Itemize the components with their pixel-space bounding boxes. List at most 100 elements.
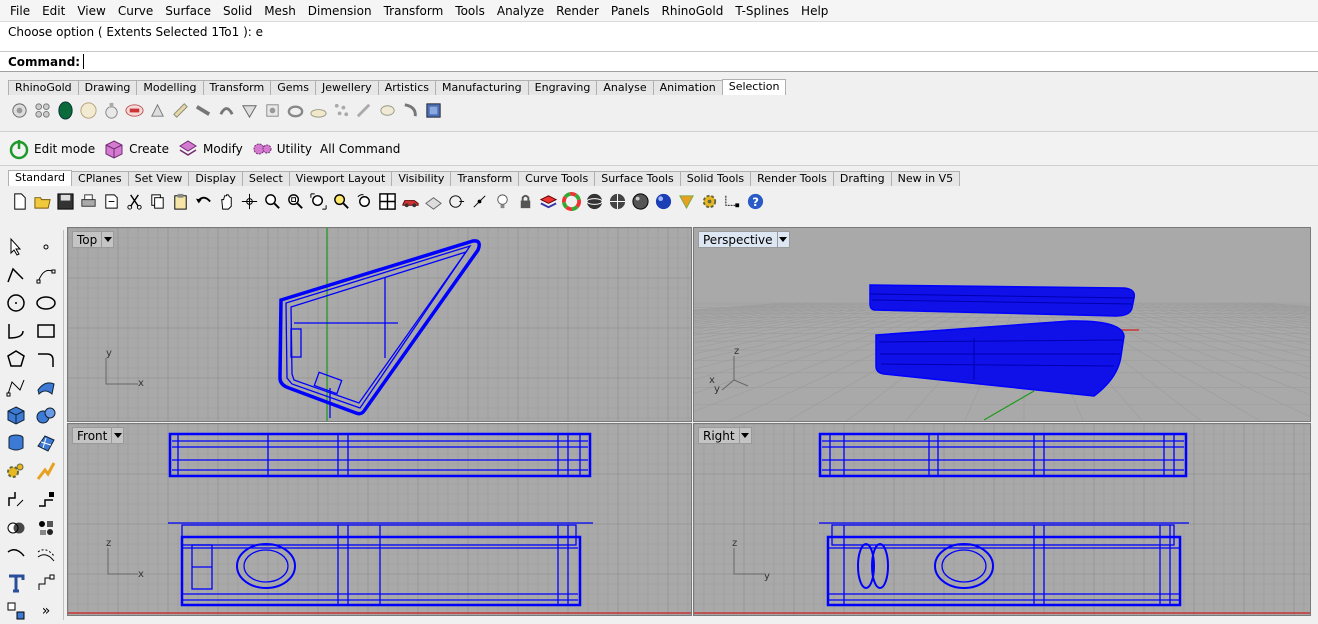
- text-tool-icon[interactable]: [3, 570, 29, 596]
- chevron-down-icon[interactable]: [738, 428, 751, 443]
- tab-standard[interactable]: Standard: [8, 170, 73, 186]
- more-tools-icon[interactable]: »: [33, 598, 59, 624]
- new-file-icon[interactable]: [8, 190, 31, 213]
- render-tool-icon[interactable]: [3, 458, 29, 484]
- viewport-top[interactable]: Top y x: [67, 227, 692, 422]
- tab-cplanes[interactable]: CPlanes: [71, 171, 129, 186]
- import-icon[interactable]: [100, 190, 123, 213]
- tab-new-in-v5[interactable]: New in V5: [890, 171, 961, 186]
- cylinder-icon[interactable]: [3, 430, 29, 456]
- cone-down-icon[interactable]: [238, 99, 261, 122]
- fillet-curve-icon[interactable]: [33, 346, 59, 372]
- tab-viewport-layout[interactable]: Viewport Layout: [288, 171, 393, 186]
- circle-tool-icon[interactable]: [3, 290, 29, 316]
- copy-icon[interactable]: [146, 190, 169, 213]
- menu-surface[interactable]: Surface: [159, 0, 217, 22]
- light-bulb-icon[interactable]: [491, 190, 514, 213]
- polyline-icon[interactable]: [3, 262, 29, 288]
- boolean-icon[interactable]: [3, 514, 29, 540]
- tab-transform-std[interactable]: Transform: [450, 171, 520, 186]
- text-gem-icon[interactable]: [123, 99, 146, 122]
- viewport-perspective-label[interactable]: Perspective: [698, 231, 790, 248]
- ellipse-tool-icon[interactable]: [33, 290, 59, 316]
- zoom-selected-icon[interactable]: [330, 190, 353, 213]
- layer-icon[interactable]: [537, 190, 560, 213]
- cutter-icon[interactable]: [261, 99, 284, 122]
- menu-rhinogold[interactable]: RhinoGold: [656, 0, 730, 22]
- rectangle-tool-icon[interactable]: [33, 318, 59, 344]
- cage-edit-icon[interactable]: [3, 598, 29, 624]
- crown-icon[interactable]: [307, 99, 330, 122]
- tab-jewellery[interactable]: Jewellery: [314, 80, 379, 95]
- zoom-extents-icon[interactable]: [307, 190, 330, 213]
- select-arrow-icon[interactable]: [3, 234, 29, 260]
- group-icon[interactable]: [33, 514, 59, 540]
- tab-select[interactable]: Select: [241, 171, 290, 186]
- tab-surface-tools[interactable]: Surface Tools: [594, 171, 681, 186]
- options-gear-icon[interactable]: [698, 190, 721, 213]
- tab-display[interactable]: Display: [188, 171, 243, 186]
- rotate-view-icon[interactable]: [238, 190, 261, 213]
- sphere-solid-icon[interactable]: [33, 402, 59, 428]
- menu-file[interactable]: File: [4, 0, 36, 22]
- viewport-front-label[interactable]: Front: [72, 427, 125, 444]
- prong-icon[interactable]: [146, 99, 169, 122]
- menu-view[interactable]: View: [71, 0, 111, 22]
- tab-rhinogold[interactable]: RhinoGold: [8, 80, 79, 95]
- cut-icon[interactable]: [123, 190, 146, 213]
- dimension-icon[interactable]: [721, 190, 744, 213]
- seed-icon[interactable]: [330, 99, 353, 122]
- color-wheel-icon[interactable]: [560, 190, 583, 213]
- tab-curve-tools[interactable]: Curve Tools: [518, 171, 596, 186]
- wireframe-sphere-icon[interactable]: [583, 190, 606, 213]
- viewport-right-label[interactable]: Right: [698, 427, 752, 444]
- open-folder-icon[interactable]: [31, 190, 54, 213]
- viewport-top-label[interactable]: Top: [72, 231, 115, 248]
- edit-mode-button[interactable]: Edit mode: [8, 138, 95, 160]
- shank-icon[interactable]: [215, 99, 238, 122]
- menu-solid[interactable]: Solid: [217, 0, 258, 22]
- chevron-down-icon[interactable]: [101, 232, 113, 247]
- tab-selection[interactable]: Selection: [721, 79, 787, 95]
- menu-tools[interactable]: Tools: [449, 0, 491, 22]
- modify-button[interactable]: Modify: [177, 138, 243, 160]
- polygon-tool-icon[interactable]: [3, 346, 29, 372]
- all-command-button[interactable]: All Command: [320, 142, 400, 156]
- menu-mesh[interactable]: Mesh: [258, 0, 302, 22]
- curve-control-points-icon[interactable]: [33, 262, 59, 288]
- menu-transform[interactable]: Transform: [378, 0, 450, 22]
- chevron-down-icon[interactable]: [776, 232, 789, 247]
- gem-cluster-icon[interactable]: [8, 99, 31, 122]
- chain-icon[interactable]: [399, 99, 422, 122]
- osnap-icon[interactable]: [445, 190, 468, 213]
- transform-tool-icon[interactable]: [33, 486, 59, 512]
- tab-analyse[interactable]: Analyse: [596, 80, 654, 95]
- four-view-icon[interactable]: [376, 190, 399, 213]
- curve-from-object-icon[interactable]: [3, 542, 29, 568]
- tab-animation[interactable]: Animation: [652, 80, 723, 95]
- viewport-right[interactable]: Right z y: [693, 423, 1311, 616]
- tab-transform[interactable]: Transform: [202, 80, 272, 95]
- utility-button[interactable]: Utility: [251, 138, 312, 160]
- menu-analyze[interactable]: Analyze: [491, 0, 550, 22]
- zoom-window-icon[interactable]: [284, 190, 307, 213]
- ring-icon[interactable]: [284, 99, 307, 122]
- pan-hand-icon[interactable]: [215, 190, 238, 213]
- surface-blue-icon[interactable]: [33, 374, 59, 400]
- zoom-dynamic-icon[interactable]: [261, 190, 284, 213]
- emerald-gem-icon[interactable]: [54, 99, 77, 122]
- rendered-sphere-icon[interactable]: [629, 190, 652, 213]
- menu-panels[interactable]: Panels: [605, 0, 656, 22]
- car-icon[interactable]: [399, 190, 422, 213]
- viewport-front[interactable]: Front z x: [67, 423, 692, 616]
- pearl-icon[interactable]: [77, 99, 100, 122]
- undo-icon[interactable]: [192, 190, 215, 213]
- split-tool-icon[interactable]: [33, 458, 59, 484]
- stair-icon[interactable]: [353, 99, 376, 122]
- viewport-perspective[interactable]: Perspective z x y: [693, 227, 1311, 422]
- menu-tsplines[interactable]: T-Splines: [729, 0, 795, 22]
- tab-drafting[interactable]: Drafting: [832, 171, 892, 186]
- tab-render-tools[interactable]: Render Tools: [750, 171, 834, 186]
- shaded-sphere-icon[interactable]: [606, 190, 629, 213]
- cplane-icon[interactable]: [422, 190, 445, 213]
